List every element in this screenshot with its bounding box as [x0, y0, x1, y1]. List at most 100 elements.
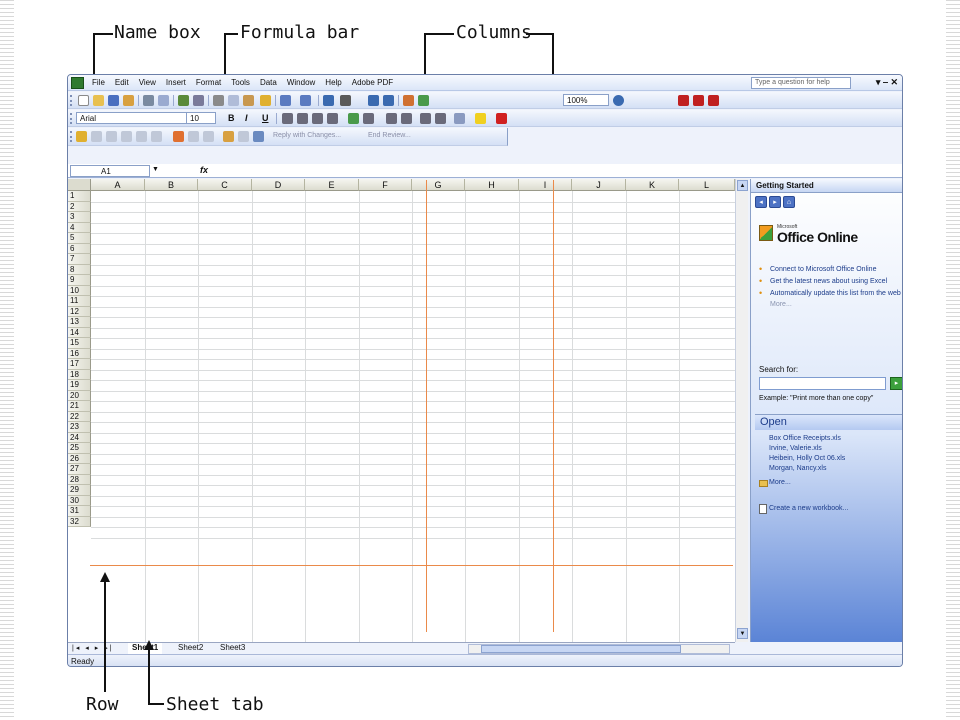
row-header-15[interactable]: 15 — [68, 338, 91, 349]
column-header-i[interactable]: I — [519, 179, 572, 191]
row-header-7[interactable]: 7 — [68, 254, 91, 265]
menu-adobe-pdf[interactable]: Adobe PDF — [352, 78, 393, 87]
review-icon-8[interactable] — [188, 131, 199, 142]
undo-icon[interactable] — [280, 95, 291, 106]
save-icon[interactable] — [108, 95, 119, 106]
row-header-30[interactable]: 30 — [68, 495, 91, 506]
review-icon-2[interactable] — [91, 131, 102, 142]
review-icon-9[interactable] — [203, 131, 214, 142]
research-icon[interactable] — [193, 95, 204, 106]
underline-button[interactable]: U — [262, 113, 269, 123]
create-new-workbook-link[interactable]: Create a new workbook... — [769, 505, 848, 512]
drawing-icon[interactable] — [418, 95, 429, 106]
search-go-icon[interactable]: ▸ — [890, 377, 902, 390]
review-icon-7[interactable] — [173, 131, 184, 142]
pdf-create-icon[interactable] — [678, 95, 689, 106]
column-header-j[interactable]: J — [572, 179, 626, 191]
vertical-scrollbar[interactable]: ▲ ▼ — [735, 179, 748, 642]
sort-descending-icon[interactable] — [383, 95, 394, 106]
merge-center-icon[interactable] — [327, 113, 338, 124]
spelling-icon[interactable] — [178, 95, 189, 106]
menu-view[interactable]: View — [139, 78, 156, 87]
menu-file[interactable]: File — [92, 78, 105, 87]
end-review-button[interactable]: End Review... — [368, 132, 411, 139]
row-header-18[interactable]: 18 — [68, 369, 91, 380]
row-header-27[interactable]: 27 — [68, 464, 91, 475]
help-search-input[interactable]: Type a question for help — [751, 77, 851, 89]
column-header-l[interactable]: L — [679, 179, 735, 191]
row-header-28[interactable]: 28 — [68, 474, 91, 485]
tab-sheet3[interactable]: Sheet3 — [220, 643, 245, 654]
row-header-20[interactable]: 20 — [68, 390, 91, 401]
font-name-select[interactable]: Arial — [76, 112, 188, 124]
menu-tools[interactable]: Tools — [231, 78, 250, 87]
review-icon-12[interactable] — [253, 131, 264, 142]
copy-icon[interactable] — [228, 95, 239, 106]
font-color-icon[interactable] — [496, 113, 507, 124]
chart-wizard-icon[interactable] — [403, 95, 414, 106]
column-header-f[interactable]: F — [359, 179, 412, 191]
reply-with-changes-button[interactable]: Reply with Changes... — [273, 132, 341, 139]
row-header-21[interactable]: 21 — [68, 401, 91, 412]
align-right-icon[interactable] — [312, 113, 323, 124]
percent-icon[interactable] — [363, 113, 374, 124]
column-header-c[interactable]: C — [198, 179, 252, 191]
row-header-17[interactable]: 17 — [68, 359, 91, 370]
column-header-g[interactable]: G — [412, 179, 465, 191]
paste-icon[interactable] — [243, 95, 254, 106]
back-icon[interactable]: ◂ — [755, 196, 767, 208]
forward-icon[interactable]: ▸ — [769, 196, 781, 208]
row-header-29[interactable]: 29 — [68, 485, 91, 496]
row-header-25[interactable]: 25 — [68, 443, 91, 454]
row-header-4[interactable]: 4 — [68, 222, 91, 233]
permission-icon[interactable] — [123, 95, 134, 106]
row-header-9[interactable]: 9 — [68, 275, 91, 286]
toolbar-grip-icon[interactable] — [70, 131, 73, 142]
bold-button[interactable]: B — [228, 113, 235, 123]
row-header-3[interactable]: 3 — [68, 212, 91, 223]
tab-navigation-icon[interactable]: |◂ ◂ ▸ ▸| — [72, 644, 114, 652]
scroll-up-icon[interactable]: ▲ — [737, 180, 748, 191]
more-link[interactable]: More... — [759, 301, 901, 308]
tab-sheet2[interactable]: Sheet2 — [178, 643, 203, 654]
row-header-24[interactable]: 24 — [68, 432, 91, 443]
menu-insert[interactable]: Insert — [166, 78, 186, 87]
row-header-8[interactable]: 8 — [68, 264, 91, 275]
row-header-6[interactable]: 6 — [68, 243, 91, 254]
row-header-2[interactable]: 2 — [68, 201, 91, 212]
cut-icon[interactable] — [213, 95, 224, 106]
menu-edit[interactable]: Edit — [115, 78, 129, 87]
window-controls[interactable]: ▾ ‒ ✕ — [876, 77, 898, 88]
increase-decimal-icon[interactable] — [386, 113, 397, 124]
review-icon-3[interactable] — [106, 131, 117, 142]
recent-file-link[interactable]: Irvine, Valerie.xls — [769, 445, 902, 452]
open-more-link[interactable]: More... — [769, 479, 791, 486]
column-header-h[interactable]: H — [465, 179, 519, 191]
row-header-22[interactable]: 22 — [68, 411, 91, 422]
column-header-e[interactable]: E — [305, 179, 359, 191]
search-input[interactable] — [759, 377, 886, 390]
increase-indent-icon[interactable] — [435, 113, 446, 124]
worksheet-grid[interactable]: A B C D E F G H I J K L 1 2 3 4 5 6 7 8 … — [68, 179, 735, 642]
menu-help[interactable]: Help — [325, 78, 341, 87]
review-icon-1[interactable] — [76, 131, 87, 142]
help-icon[interactable] — [613, 95, 624, 106]
insert-function-icon[interactable]: fx — [200, 165, 208, 175]
row-header-23[interactable]: 23 — [68, 422, 91, 433]
column-header-b[interactable]: B — [145, 179, 198, 191]
format-painter-icon[interactable] — [260, 95, 271, 106]
menu-format[interactable]: Format — [196, 78, 221, 87]
column-header-k[interactable]: K — [626, 179, 679, 191]
select-all-corner[interactable] — [68, 179, 91, 191]
print-preview-icon[interactable] — [158, 95, 169, 106]
row-header-5[interactable]: 5 — [68, 233, 91, 244]
row-header-13[interactable]: 13 — [68, 317, 91, 328]
decrease-indent-icon[interactable] — [420, 113, 431, 124]
review-icon-4[interactable] — [121, 131, 132, 142]
recent-file-link[interactable]: Box Office Receipts.xls — [769, 435, 902, 442]
menu-window[interactable]: Window — [287, 78, 315, 87]
home-icon[interactable]: ⌂ — [783, 196, 795, 208]
pdf-email-icon[interactable] — [693, 95, 704, 106]
task-pane-title[interactable]: Getting Started — [751, 179, 902, 193]
align-center-icon[interactable] — [297, 113, 308, 124]
